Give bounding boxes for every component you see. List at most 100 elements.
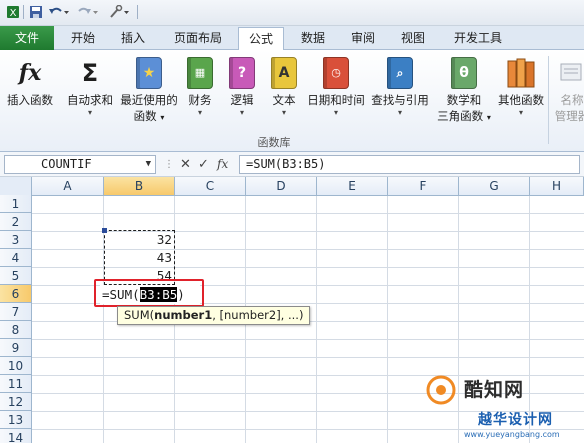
- text-glyph: A: [278, 65, 290, 81]
- tab-file[interactable]: 文件: [0, 26, 54, 50]
- insert-function-icon[interactable]: fx: [217, 155, 228, 174]
- excel-icon[interactable]: X: [6, 4, 20, 20]
- row-header-9[interactable]: 9: [0, 339, 32, 357]
- group-label-function-library: 函数库: [257, 136, 291, 149]
- finance-book-icon: ▦: [185, 56, 215, 90]
- math-trig-label-1: 数学和: [446, 93, 482, 107]
- logic-book-icon: ?: [227, 56, 257, 90]
- row-header-10[interactable]: 10: [0, 357, 32, 375]
- row-header-8[interactable]: 8: [0, 321, 32, 339]
- column-header-d[interactable]: D: [246, 177, 317, 196]
- worksheet-grid[interactable]: A B C D E F G H 1 2 3 4 5 6 7 8 9 10 11 …: [0, 177, 584, 443]
- column-header-c[interactable]: C: [175, 177, 246, 196]
- quick-access-toolbar: X: [0, 0, 584, 26]
- logical-button[interactable]: ? 逻辑 ▾: [224, 56, 260, 118]
- undo-icon[interactable]: [48, 4, 70, 20]
- name-box[interactable]: COUNTIF ▼: [4, 155, 156, 174]
- logic-glyph: ?: [237, 65, 247, 81]
- column-header-h[interactable]: H: [530, 177, 584, 196]
- name-manager-icon: [557, 56, 584, 90]
- column-header-b[interactable]: B: [104, 177, 175, 196]
- ribbon-tabs: 文件 开始 插入 页面布局 公式 数据 审阅 视图 开发工具: [0, 26, 584, 51]
- formula-input[interactable]: =SUM(B3:B5): [239, 155, 580, 174]
- cancel-icon[interactable]: ✕: [180, 155, 191, 174]
- column-header-g[interactable]: G: [459, 177, 530, 196]
- recently-used-button[interactable]: ★ 最近使用的 函数 ▾: [118, 56, 180, 126]
- gridline: [32, 339, 584, 340]
- theta-glyph: θ: [459, 65, 469, 81]
- tab-page-layout[interactable]: 页面布局: [164, 26, 232, 50]
- name-box-value: COUNTIF: [41, 157, 92, 171]
- save-icon[interactable]: [28, 4, 44, 20]
- fx-glyph: fx: [18, 60, 42, 86]
- insert-function-button[interactable]: fx 插入函数: [2, 56, 58, 108]
- watermark-text-1: 酷知网: [464, 379, 525, 401]
- row-header-1[interactable]: 1: [0, 195, 32, 213]
- lookup-reference-button[interactable]: ⌕ 查找与引用 ▾: [368, 56, 432, 118]
- row-header-4[interactable]: 4: [0, 249, 32, 267]
- tab-insert[interactable]: 插入: [110, 26, 156, 50]
- row-header-14[interactable]: 14: [0, 429, 32, 443]
- lookup-book-icon: ⌕: [385, 56, 415, 90]
- svg-text:X: X: [10, 8, 17, 19]
- row-header-5[interactable]: 5: [0, 267, 32, 285]
- tab-developer[interactable]: 开发工具: [444, 26, 512, 50]
- row-header-12[interactable]: 12: [0, 393, 32, 411]
- text-label: 文本: [272, 93, 296, 107]
- row-header-11[interactable]: 11: [0, 375, 32, 393]
- chevron-down-icon: ▾: [160, 113, 165, 122]
- column-header-f[interactable]: F: [388, 177, 459, 196]
- chevron-down-icon: ▾: [397, 108, 402, 117]
- row-header-7[interactable]: 7: [0, 303, 32, 321]
- reference-marquee: [104, 230, 175, 285]
- watermark-text-2: 越华设计网: [478, 412, 553, 428]
- customize-icon[interactable]: [108, 4, 132, 20]
- redo-icon[interactable]: [78, 4, 100, 20]
- math-book-icon: θ: [449, 56, 479, 90]
- more-functions-button[interactable]: 其他函数 ▾: [494, 56, 548, 118]
- row-header-3[interactable]: 3: [0, 231, 32, 249]
- autosum-label: 自动求和: [67, 93, 113, 107]
- date-time-label: 日期和时间: [307, 93, 365, 107]
- financial-label: 财务: [188, 93, 212, 107]
- chevron-down-icon: ▾: [87, 108, 92, 117]
- tab-view[interactable]: 视图: [390, 26, 436, 50]
- qat-separator: [23, 5, 24, 19]
- math-trig-label-2: 三角函数: [437, 109, 484, 123]
- chevron-down-icon: ▾: [333, 108, 338, 117]
- tab-home[interactable]: 开始: [60, 26, 106, 50]
- tab-formulas[interactable]: 公式: [238, 27, 284, 51]
- name-manager-button[interactable]: 名称 管理器: [554, 56, 584, 124]
- chevron-down-icon: ▾: [281, 108, 286, 117]
- date-time-button[interactable]: ◷ 日期和时间 ▾: [304, 56, 368, 118]
- name-manager-label-1: 名称: [560, 93, 584, 107]
- tab-data[interactable]: 数据: [290, 26, 336, 50]
- formula-bar-grip-icon: ⋮: [164, 159, 174, 170]
- row-header-6[interactable]: 6: [0, 285, 32, 303]
- sigma-glyph: Σ: [81, 59, 99, 87]
- math-trig-button[interactable]: θ 数学和 三角函数 ▾: [434, 56, 494, 126]
- chevron-down-icon[interactable]: ▼: [146, 156, 151, 173]
- name-manager-label-2: 管理器: [554, 109, 584, 123]
- watermark-url: www.yueyangbang.com: [464, 430, 560, 439]
- column-header-e[interactable]: E: [317, 177, 388, 196]
- column-header-a[interactable]: A: [32, 177, 104, 196]
- text-book-icon: A: [269, 56, 299, 90]
- text-button[interactable]: A 文本 ▾: [266, 56, 302, 118]
- ribbon-formulas: fx 插入函数 Σ 自动求和 ▾ ★ 最近使用的 函数 ▾ ▦ 财务 ▾ ? 逻…: [0, 50, 584, 152]
- select-all-corner[interactable]: [0, 177, 32, 196]
- function-tooltip[interactable]: SUM(number1, [number2], ...): [117, 306, 311, 325]
- row-header-2[interactable]: 2: [0, 213, 32, 231]
- gridline: [316, 196, 317, 443]
- star-book-icon: ★: [134, 56, 164, 90]
- autosum-button[interactable]: Σ 自动求和 ▾: [62, 56, 118, 118]
- tooltip-current-argument: number1: [154, 308, 213, 322]
- datetime-book-icon: ◷: [321, 56, 351, 90]
- more-functions-label: 其他函数: [498, 93, 544, 107]
- chevron-down-icon: ▾: [486, 113, 491, 122]
- tab-review[interactable]: 审阅: [340, 26, 386, 50]
- chevron-down-icon: ▾: [197, 108, 202, 117]
- row-header-13[interactable]: 13: [0, 411, 32, 429]
- enter-icon[interactable]: ✓: [198, 155, 209, 174]
- financial-button[interactable]: ▦ 财务 ▾: [182, 56, 218, 118]
